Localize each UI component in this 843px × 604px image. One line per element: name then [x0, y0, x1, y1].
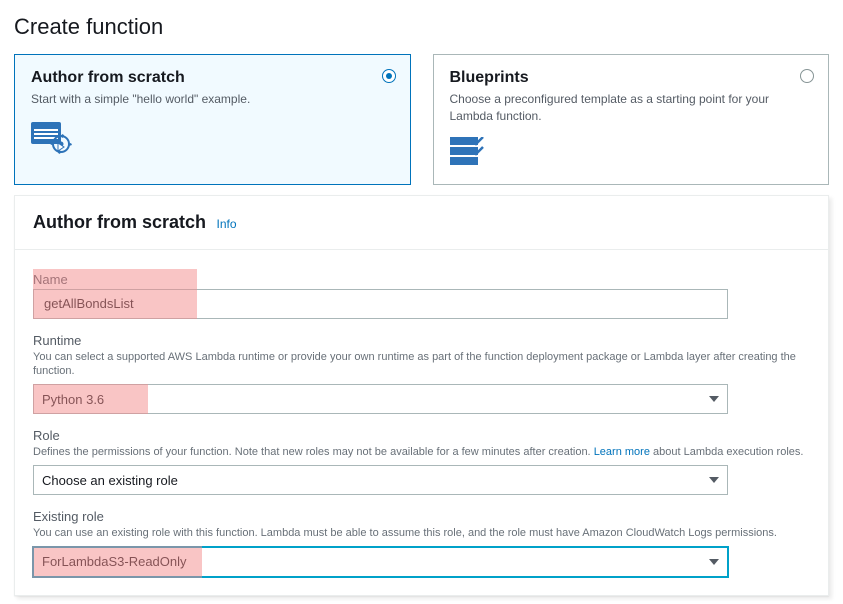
scratch-icon: [31, 120, 394, 159]
role-label: Role: [33, 428, 810, 443]
chevron-down-icon: [709, 559, 719, 565]
card-description: Choose a preconfigured template as a sta…: [450, 91, 813, 125]
card-author-from-scratch[interactable]: Author from scratch Start with a simple …: [14, 54, 411, 185]
form-group-name: Name: [33, 272, 810, 319]
panel-header: Author from scratch Info: [15, 196, 828, 250]
form-group-runtime: Runtime You can select a supported AWS L…: [33, 333, 810, 415]
panel-title: Author from scratch: [33, 212, 206, 232]
page-title: Create function: [14, 14, 829, 40]
card-description: Start with a simple "hello world" exampl…: [31, 91, 394, 108]
learn-more-link[interactable]: Learn more: [594, 446, 650, 458]
name-label: Name: [33, 272, 810, 287]
chevron-down-icon: [709, 477, 719, 483]
existing-role-help: You can use an existing role with this f…: [33, 526, 810, 540]
existing-role-value: ForLambdaS3-ReadOnly: [42, 554, 187, 569]
card-blueprints[interactable]: Blueprints Choose a preconfigured templa…: [433, 54, 830, 185]
chevron-down-icon: [709, 396, 719, 402]
existing-role-label: Existing role: [33, 509, 810, 524]
role-select[interactable]: Choose an existing role: [33, 465, 728, 495]
runtime-help: You can select a supported AWS Lambda ru…: [33, 350, 810, 379]
role-value: Choose an existing role: [42, 473, 178, 488]
radio-author-from-scratch[interactable]: [382, 69, 396, 83]
info-link[interactable]: Info: [216, 217, 236, 231]
author-from-scratch-panel: Author from scratch Info Name Runtime Yo…: [14, 195, 829, 596]
card-title: Blueprints: [450, 69, 813, 87]
panel-body: Name Runtime You can select a supported …: [15, 250, 828, 595]
radio-blueprints[interactable]: [800, 69, 814, 83]
role-help: Defines the permissions of your function…: [33, 445, 810, 459]
card-title: Author from scratch: [31, 69, 394, 87]
blueprints-icon: [450, 137, 813, 172]
runtime-select[interactable]: Python 3.6: [33, 384, 728, 414]
runtime-label: Runtime: [33, 333, 810, 348]
existing-role-select[interactable]: ForLambdaS3-ReadOnly: [33, 547, 728, 577]
runtime-value: Python 3.6: [42, 392, 104, 407]
name-input-wrap: [33, 289, 728, 319]
creation-option-cards: Author from scratch Start with a simple …: [14, 54, 829, 185]
name-input[interactable]: [42, 295, 719, 312]
form-group-role: Role Defines the permissions of your fun…: [33, 428, 810, 495]
